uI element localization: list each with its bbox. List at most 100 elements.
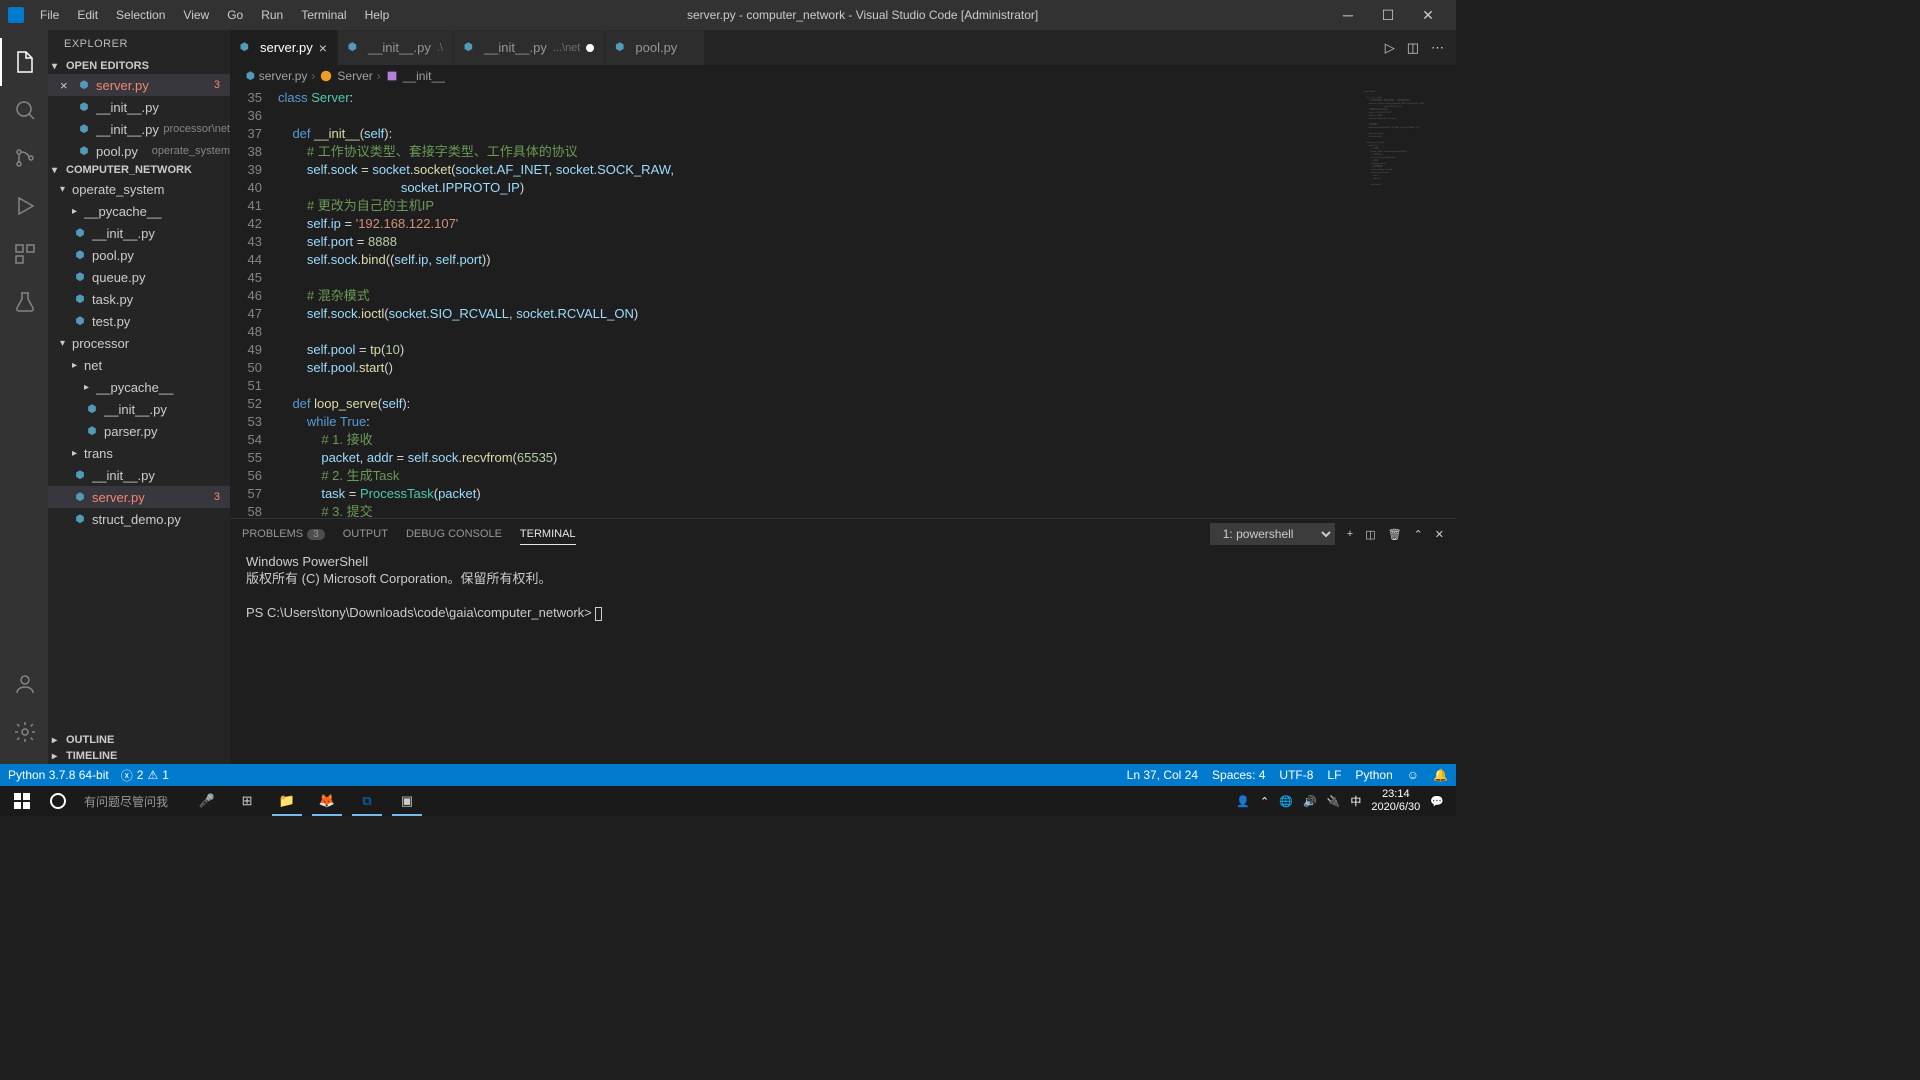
file-item[interactable]: ⬢queue.py	[48, 266, 230, 288]
tray-up-icon[interactable]: ⌃	[1260, 795, 1269, 808]
panel-tab-terminal[interactable]: TERMINAL	[520, 524, 576, 545]
open-editor-item[interactable]: ×⬢pool.pyoperate_system	[48, 140, 230, 162]
explorer-icon[interactable]	[0, 38, 48, 86]
panel-tab-output[interactable]: OUTPUT	[343, 524, 388, 544]
file-item[interactable]: ⬢struct_demo.py	[48, 508, 230, 530]
people-icon[interactable]: 👤	[1236, 795, 1250, 808]
menu-file[interactable]: File	[32, 4, 67, 26]
editor-tab[interactable]: ⬢pool.py	[605, 30, 705, 65]
vscode-taskbar-icon[interactable]: ⧉	[348, 786, 386, 816]
split-editor-icon[interactable]: ◫	[1407, 40, 1419, 56]
folder-item[interactable]: ▸__pycache__	[48, 376, 230, 398]
cortana-search[interactable]: 有问题尽管问我	[76, 793, 176, 810]
maximize-button[interactable]: ☐	[1368, 0, 1408, 30]
menu-selection[interactable]: Selection	[108, 4, 173, 26]
file-item[interactable]: ⬢__init__.py	[48, 222, 230, 244]
breadcrumb-item[interactable]: ⬢server.py	[246, 69, 307, 83]
close-tab-icon[interactable]: ×	[319, 40, 327, 56]
panel-tab-debug-console[interactable]: DEBUG CONSOLE	[406, 524, 502, 544]
network-icon[interactable]: 🌐	[1279, 795, 1293, 808]
breadcrumb[interactable]: ⬢server.py›Server›__init__	[230, 65, 1456, 87]
modified-indicator	[586, 44, 594, 52]
testing-icon[interactable]	[0, 278, 48, 326]
accounts-icon[interactable]	[0, 660, 48, 708]
file-item[interactable]: ⬢test.py	[48, 310, 230, 332]
panel-tab-problems[interactable]: PROBLEMS3	[242, 524, 325, 544]
editor-tab[interactable]: ⬢__init__.py.\	[338, 30, 454, 65]
file-item[interactable]: ⬢parser.py	[48, 420, 230, 442]
search-icon[interactable]	[0, 86, 48, 134]
terminal[interactable]: Windows PowerShell版权所有 (C) Microsoft Cor…	[230, 549, 1456, 764]
close-icon[interactable]: ×	[60, 78, 76, 93]
menu-view[interactable]: View	[175, 4, 217, 26]
python-version[interactable]: Python 3.7.8 64-bit	[8, 768, 109, 782]
language-mode[interactable]: Python	[1355, 768, 1392, 782]
code-content[interactable]: class Server: def __init__(self): # 工作协议…	[278, 87, 1456, 518]
file-item[interactable]: ⬢server.py3	[48, 486, 230, 508]
file-item[interactable]: ⬢task.py	[48, 288, 230, 310]
file-item[interactable]: ⬢__init__.py	[48, 398, 230, 420]
run-debug-icon[interactable]	[0, 182, 48, 230]
clock[interactable]: 23:142020/6/30	[1371, 788, 1420, 814]
problems-status[interactable]: ⓧ 2 ⚠ 1	[121, 767, 169, 784]
ime-icon[interactable]: 中	[1350, 793, 1361, 809]
close-button[interactable]: ✕	[1408, 0, 1448, 30]
editor-tab[interactable]: ⬢__init__.py...\net	[454, 30, 605, 65]
new-terminal-icon[interactable]: +	[1347, 528, 1353, 540]
chevron-icon: ▸	[84, 382, 96, 393]
menu-help[interactable]: Help	[357, 4, 398, 26]
editor-tab[interactable]: ⬢server.py×	[230, 30, 338, 65]
start-button[interactable]	[4, 786, 40, 816]
folder-item[interactable]: ▸__pycache__	[48, 200, 230, 222]
maximize-panel-icon[interactable]: ⌃	[1414, 528, 1423, 541]
source-control-icon[interactable]	[0, 134, 48, 182]
extensions-icon[interactable]	[0, 230, 48, 278]
feedback-icon[interactable]: ☺	[1407, 768, 1419, 782]
open-editor-item[interactable]: ×⬢server.py3	[48, 74, 230, 96]
terminal-selector[interactable]: 1: powershell	[1210, 523, 1335, 545]
cortana-icon[interactable]	[40, 786, 76, 816]
more-actions-icon[interactable]: ⋯	[1431, 40, 1444, 56]
firefox-icon[interactable]: 🦊	[308, 786, 346, 816]
task-view-icon[interactable]: ⊞	[228, 786, 266, 816]
python-file-icon: ⬢	[84, 404, 100, 415]
menu-terminal[interactable]: Terminal	[293, 4, 354, 26]
timeline-header[interactable]: ▸TIMELINE	[48, 748, 230, 764]
volume-icon[interactable]: 🔊	[1303, 795, 1317, 808]
file-explorer-icon[interactable]: 📁	[268, 786, 306, 816]
open-editor-item[interactable]: ×⬢__init__.pyprocessor\net	[48, 118, 230, 140]
folder-item[interactable]: ▾processor	[48, 332, 230, 354]
kill-terminal-icon[interactable]: 🗑	[1388, 528, 1402, 541]
indentation[interactable]: Spaces: 4	[1212, 768, 1265, 782]
run-file-icon[interactable]: ▷	[1385, 40, 1395, 56]
split-terminal-icon[interactable]: ◫	[1365, 528, 1375, 541]
breadcrumb-item[interactable]: Server	[319, 69, 372, 83]
menu-run[interactable]: Run	[253, 4, 291, 26]
menu-edit[interactable]: Edit	[69, 4, 106, 26]
encoding[interactable]: UTF-8	[1279, 768, 1313, 782]
close-panel-icon[interactable]: ✕	[1435, 528, 1444, 541]
cmd-icon[interactable]: ▣	[388, 786, 426, 816]
minimize-button[interactable]: ─	[1328, 0, 1368, 30]
open-editors-header[interactable]: ▾OPEN EDITORS	[48, 58, 230, 74]
cursor-position[interactable]: Ln 37, Col 24	[1127, 768, 1198, 782]
code-area[interactable]: 3536373839404142434445464748495051525354…	[230, 87, 1456, 518]
battery-icon[interactable]: 🔌	[1327, 795, 1341, 808]
open-editor-item[interactable]: ×⬢__init__.py	[48, 96, 230, 118]
settings-icon[interactable]	[0, 708, 48, 756]
mic-icon[interactable]: 🎤	[188, 786, 226, 816]
outline-header[interactable]: ▸OUTLINE	[48, 732, 230, 748]
breadcrumb-item[interactable]: __init__	[385, 69, 445, 83]
eol[interactable]: LF	[1327, 768, 1341, 782]
file-item[interactable]: ⬢pool.py	[48, 244, 230, 266]
action-center-icon[interactable]: 💬	[1430, 795, 1444, 808]
folder-item[interactable]: ▾operate_system	[48, 178, 230, 200]
notifications-icon[interactable]: 🔔	[1433, 768, 1448, 782]
minimap[interactable]: class Server: def __init__(self): # 工作协议…	[1360, 87, 1456, 518]
file-item[interactable]: ⬢__init__.py	[48, 464, 230, 486]
menu-go[interactable]: Go	[219, 4, 251, 26]
project-header[interactable]: ▾COMPUTER_NETWORK	[48, 162, 230, 178]
python-file-icon: ⬢	[72, 228, 88, 239]
folder-item[interactable]: ▸net	[48, 354, 230, 376]
folder-item[interactable]: ▸trans	[48, 442, 230, 464]
